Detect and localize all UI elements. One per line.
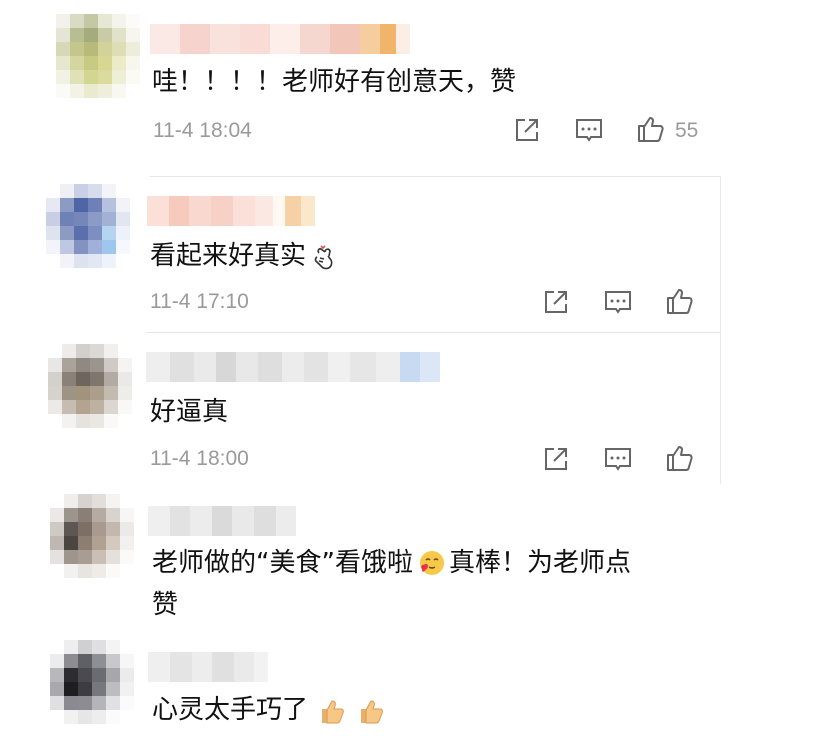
- thumbs-up-icon: [667, 289, 693, 314]
- share-button[interactable]: [541, 444, 571, 474]
- share-button[interactable]: [541, 287, 571, 317]
- username-blurred[interactable]: [148, 506, 296, 536]
- divider: [720, 176, 721, 484]
- comment-icon: [605, 291, 631, 314]
- username-blurred[interactable]: [148, 652, 268, 682]
- share-button[interactable]: [512, 115, 542, 145]
- avatar[interactable]: [48, 344, 132, 428]
- comment-text: 看起来好真实: [150, 236, 342, 276]
- comment-icon: [605, 448, 631, 471]
- like-button[interactable]: [665, 443, 695, 473]
- reply-button[interactable]: [574, 115, 604, 145]
- like-button[interactable]: [665, 286, 695, 316]
- username-blurred[interactable]: [146, 352, 440, 382]
- divider: [150, 176, 720, 177]
- avatar[interactable]: [50, 640, 134, 724]
- divider: [146, 332, 720, 333]
- comment-text: 心灵太手巧了: [152, 690, 388, 730]
- comment-text: 老师做的“美食”看饿啦 真棒！为老师点: [152, 548, 631, 579]
- thumbs-up-icon: [667, 446, 693, 471]
- share-icon: [516, 119, 538, 141]
- comment-time: 11-4 18:00: [150, 447, 249, 470]
- comment-time: 11-4 17:10: [150, 290, 249, 313]
- avatar[interactable]: [56, 14, 140, 98]
- share-icon: [545, 448, 567, 470]
- reply-button[interactable]: [603, 287, 633, 317]
- comment-text-continued: 赞: [152, 590, 179, 620]
- comment-text: 好逼真: [150, 397, 229, 427]
- like-button[interactable]: [636, 114, 666, 144]
- comment-time: 11-4 18:04: [153, 119, 252, 142]
- thumbs-up-emoji: [355, 696, 385, 726]
- thumbs-up-emoji: [316, 696, 346, 726]
- avatar[interactable]: [50, 494, 134, 578]
- reply-button[interactable]: [603, 444, 633, 474]
- username-blurred[interactable]: [147, 196, 315, 226]
- comment-text: 哇！！！！老师好有创意天，赞: [152, 67, 517, 97]
- thumbs-up-icon: [638, 117, 664, 142]
- share-icon: [545, 291, 567, 313]
- finger-heart-emoji: [309, 242, 339, 272]
- heart-face-emoji: [416, 549, 446, 579]
- comment-icon: [576, 119, 602, 142]
- username-blurred[interactable]: [150, 24, 410, 54]
- avatar[interactable]: [46, 184, 130, 268]
- like-count: 55: [675, 119, 699, 142]
